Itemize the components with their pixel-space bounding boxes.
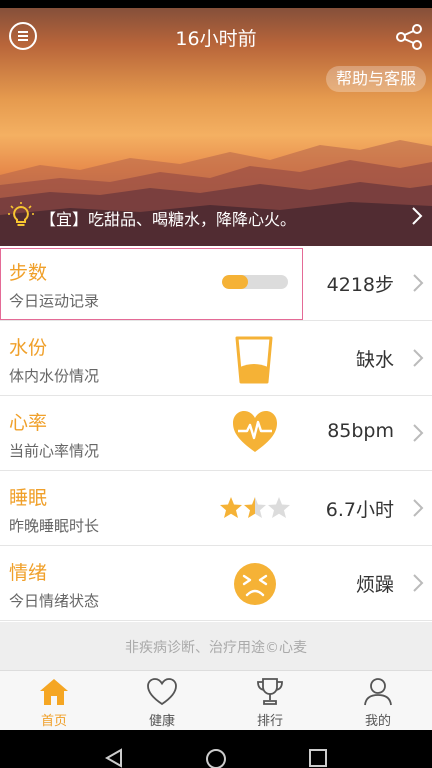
- steps-row[interactable]: 步数 今日运动记录 4218步: [0, 246, 432, 321]
- star-icon: [268, 497, 290, 518]
- tab-label: 健康: [148, 714, 175, 729]
- tab-health[interactable]: 健康: [108, 671, 216, 731]
- row-value: 6.7小时: [325, 499, 394, 521]
- chevron-right-icon: [413, 274, 424, 292]
- heart-outline-icon: [147, 678, 177, 706]
- help-button[interactable]: 帮助与客服: [325, 66, 426, 92]
- irritated-face-icon: [234, 563, 276, 605]
- chevron-right-icon: [413, 499, 424, 517]
- star-rating: [220, 497, 290, 518]
- bottom-tab-bar: 首页 健康 排行 我的: [0, 670, 432, 730]
- row-value: 缺水: [355, 349, 394, 371]
- chevron-right-icon: [413, 574, 424, 592]
- row-value: 4218步: [326, 274, 394, 296]
- row-subtitle: 昨晚睡眠时长: [9, 517, 100, 535]
- row-title: 心率: [9, 412, 48, 434]
- disclaimer-text: 非疾病诊断、治疗用途©心麦: [0, 622, 432, 670]
- row-title: 情绪: [9, 562, 48, 584]
- row-title: 步数: [9, 262, 48, 284]
- home-circle-icon[interactable]: [205, 748, 227, 768]
- tab-label: 排行: [256, 714, 283, 729]
- step-progress-bar: [222, 275, 288, 289]
- share-icon[interactable]: [394, 22, 424, 52]
- row-value: 85bpm: [327, 420, 394, 442]
- tip-text: 【宜】吃甜品、喝糖水，降降心火。: [40, 210, 297, 229]
- mood-row[interactable]: 情绪 今日情绪状态 烦躁: [0, 546, 432, 621]
- home-icon: [40, 679, 68, 705]
- tab-ranking[interactable]: 排行: [216, 671, 324, 731]
- trophy-icon: [257, 678, 283, 705]
- row-subtitle: 当前心率情况: [9, 442, 100, 460]
- water-glass-icon: [235, 336, 273, 384]
- row-subtitle: 体内水份情况: [9, 367, 100, 385]
- sleep-row[interactable]: 睡眠 昨晚睡眠时长 6.7小时: [0, 471, 432, 546]
- daily-tip[interactable]: 【宜】吃甜品、喝糖水，降降心火。: [0, 196, 432, 238]
- hero-banner: 16小时前 帮助与客服 【宜】吃甜品、喝糖水，降降心火。: [0, 0, 432, 246]
- back-icon[interactable]: [104, 748, 124, 768]
- row-subtitle: 今日情绪状态: [9, 592, 100, 610]
- system-nav-bar: [0, 730, 432, 768]
- user-icon: [364, 678, 392, 706]
- row-value: 烦躁: [355, 574, 394, 596]
- chevron-right-icon: [412, 207, 423, 225]
- star-icon: [220, 497, 242, 518]
- lightbulb-icon: [8, 202, 34, 226]
- tab-home[interactable]: 首页: [0, 671, 108, 731]
- star-icon: [244, 497, 266, 518]
- chevron-right-icon: [413, 349, 424, 367]
- status-bar: [0, 0, 432, 8]
- page-title: 16小时前: [175, 28, 257, 50]
- heart-pulse-icon: [233, 411, 277, 452]
- row-title: 睡眠: [9, 487, 48, 509]
- water-row[interactable]: 水份 体内水份情况 缺水: [0, 321, 432, 396]
- chevron-right-icon: [413, 424, 424, 442]
- row-title: 水份: [9, 337, 48, 359]
- tab-profile[interactable]: 我的: [324, 671, 432, 731]
- recents-icon[interactable]: [308, 748, 328, 768]
- heart-rate-row[interactable]: 心率 当前心率情况 85bpm: [0, 396, 432, 471]
- tab-label: 我的: [364, 714, 391, 729]
- tab-label: 首页: [40, 714, 67, 729]
- step-progress-fill: [222, 275, 249, 289]
- row-subtitle: 今日运动记录: [9, 292, 100, 310]
